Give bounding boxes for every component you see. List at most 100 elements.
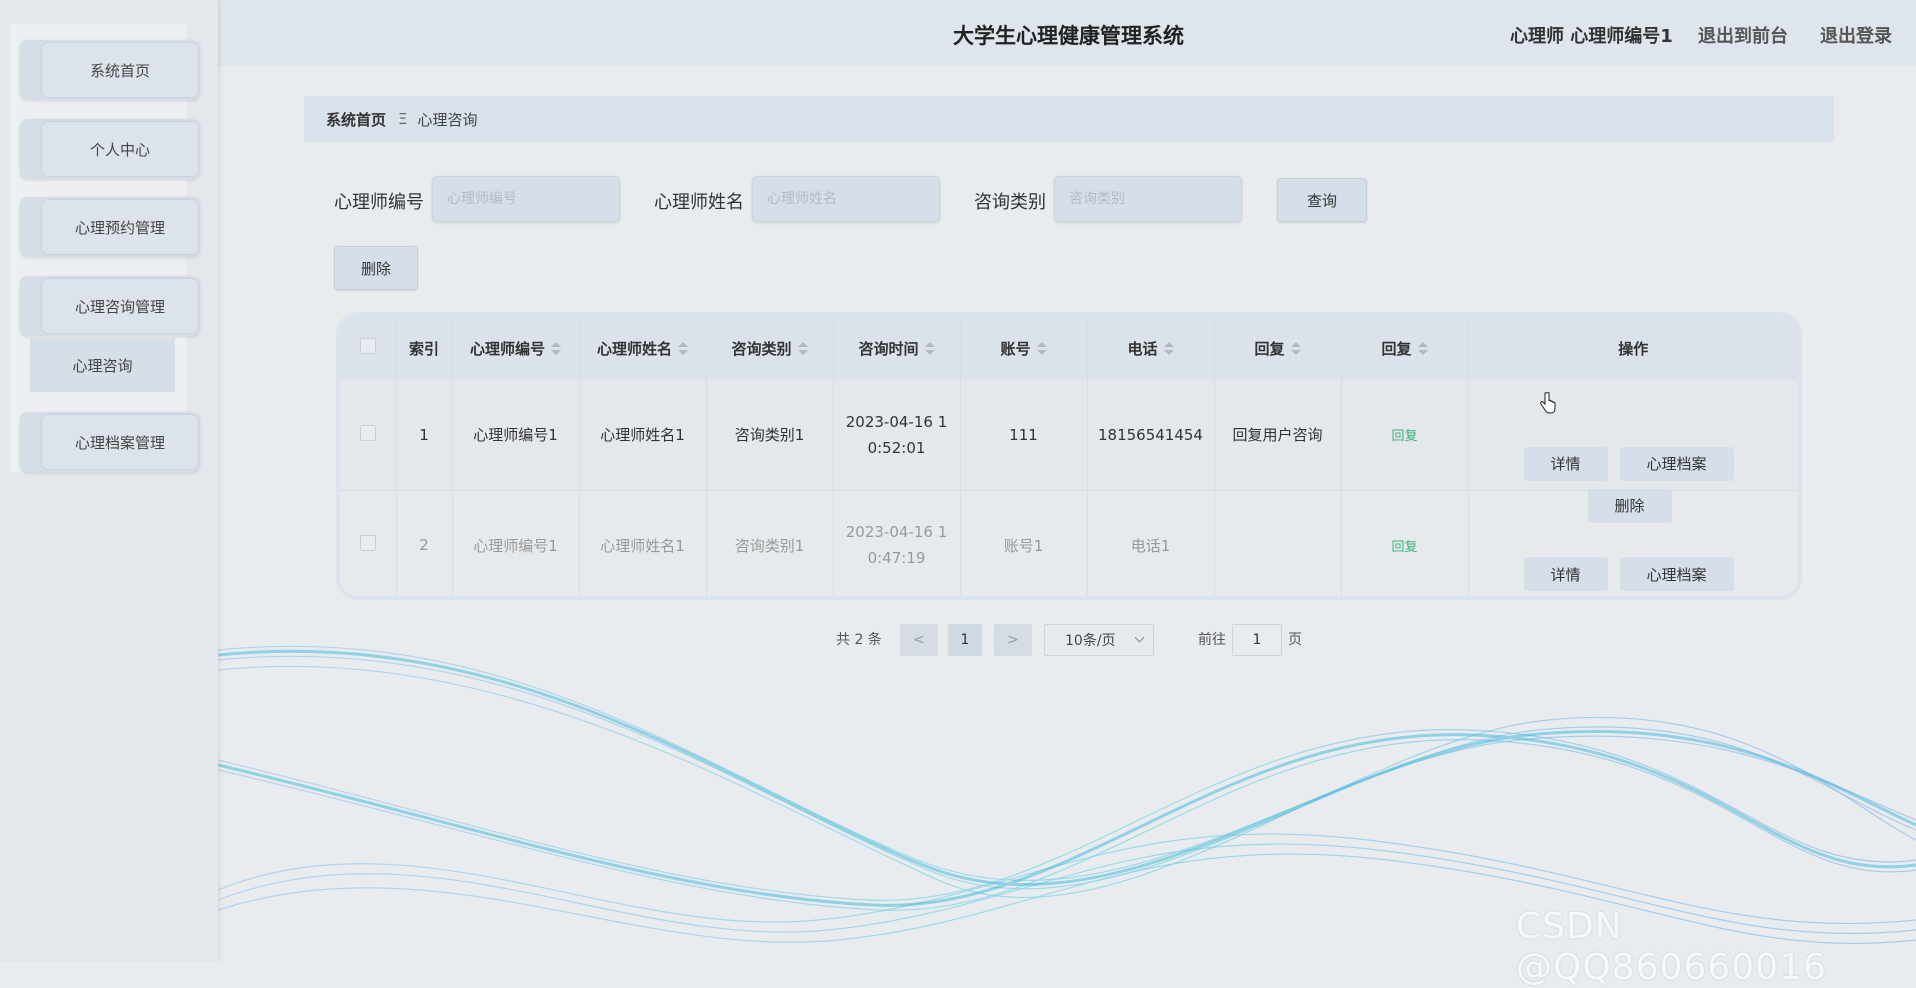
page-size-value: 10条/页: [1065, 633, 1116, 649]
cell-counselor-no: 心理师编号1: [452, 380, 580, 490]
sort-icon[interactable]: [797, 342, 808, 356]
breadcrumb-separator-icon: Ξ: [398, 110, 408, 128]
row-delete-button[interactable]: 删除: [1588, 599, 1672, 600]
goto-label: 前往: [1198, 632, 1226, 648]
cell-reply: 回复用户咨询: [1214, 380, 1342, 490]
cell-account: 账号1: [960, 490, 1088, 596]
sort-icon[interactable]: [678, 342, 688, 356]
category-label: 咨询类别: [974, 192, 1046, 213]
archive-button[interactable]: 心理档案: [1619, 446, 1734, 481]
chevron-down-icon: [1134, 632, 1145, 643]
sort-icon[interactable]: [1163, 342, 1174, 356]
logout-link[interactable]: 退出登录: [1820, 22, 1892, 48]
sidebar-item-label: 个人中心: [42, 122, 198, 176]
column-header[interactable]: 咨询时间: [833, 316, 961, 380]
column-header-label: 心理师姓名: [596, 339, 672, 358]
sort-icon[interactable]: [924, 342, 935, 356]
sidebar-item-label: 心理预约管理: [42, 200, 198, 254]
cell-time-line: 0:52:01: [867, 438, 926, 457]
column-header: 操作: [1618, 339, 1649, 358]
consultation-table: 索引 心理师编号 心理师姓名 咨询类别 咨询时间 账号 电话 回复 回复 操作 …: [336, 312, 1802, 600]
sort-icon[interactable]: [551, 342, 561, 356]
row-checkbox[interactable]: [359, 424, 376, 441]
query-button[interactable]: 查询: [1277, 178, 1367, 222]
cell-counselor-name: 心理师姓名1: [579, 380, 707, 490]
page-suffix: 页: [1288, 632, 1302, 648]
cell-time: 2023-04-16 1 0:47:19: [833, 490, 961, 596]
sidebar-item-label: 心理档案管理: [42, 415, 198, 469]
breadcrumb-current: 心理咨询: [417, 110, 478, 129]
table-header-row: 索引 心理师编号 心理师姓名 咨询类别 咨询时间 账号 电话 回复 回复 操作: [340, 316, 1798, 380]
batch-delete-button[interactable]: 删除: [334, 246, 418, 290]
mouse-cursor-icon: [1540, 392, 1556, 414]
cell-counselor-no: 心理师编号1: [452, 490, 580, 596]
cell-time: 2023-04-16 1 0:52:01: [833, 380, 961, 490]
page-size-select[interactable]: 10条/页: [1044, 624, 1154, 656]
pagination-total: 共 2 条: [836, 632, 882, 648]
current-user: 心理师 心理师编号1: [1510, 26, 1673, 47]
counselor-no-input[interactable]: [432, 176, 620, 222]
column-header[interactable]: 咨询类别: [706, 316, 834, 380]
column-header[interactable]: 回复: [1214, 316, 1342, 380]
table-row: 2 心理师编号1 心理师姓名1 咨询类别1 2023-04-16 1 0:47:1…: [340, 490, 1798, 600]
column-header: 索引: [396, 316, 453, 380]
cell-index: 1: [396, 380, 453, 490]
sidebar-item-label: 心理咨询管理: [42, 279, 198, 333]
column-header-label: 心理师编号: [469, 339, 545, 358]
detail-button[interactable]: 详情: [1523, 446, 1608, 481]
breadcrumb-home[interactable]: 系统首页: [326, 109, 386, 130]
detail-button[interactable]: 详情: [1523, 557, 1608, 592]
cell-phone: 18156541454: [1087, 380, 1215, 490]
cell-counselor-name: 心理师姓名1: [579, 490, 707, 596]
pagination-page-1[interactable]: 1: [948, 624, 982, 656]
cell-reply-action: 回复: [1341, 380, 1469, 490]
row-delete-button[interactable]: 删除: [1587, 488, 1672, 523]
sort-icon[interactable]: [1290, 342, 1301, 356]
column-header-label: 咨询时间: [858, 339, 919, 358]
column-header[interactable]: 心理师编号: [452, 316, 580, 380]
counselor-name-input[interactable]: [752, 176, 940, 222]
column-header[interactable]: 心理师姓名: [579, 316, 707, 380]
cell-index: 2: [396, 490, 453, 596]
cell-reply-action: 回复: [1341, 490, 1469, 596]
cell-time-line: 0:47:19: [867, 549, 926, 568]
app-title: 大学生心理健康管理系统: [953, 24, 1184, 48]
cell-time-line: 2023-04-16 1: [845, 412, 948, 431]
cell-account: 111: [960, 380, 1088, 490]
counselor-no-label: 心理师编号: [334, 192, 424, 213]
column-header-label: 回复: [1254, 339, 1285, 358]
pagination-prev-button[interactable]: <: [900, 624, 938, 656]
sidebar-item-archive-management[interactable]: 心理档案管理: [20, 412, 200, 472]
column-header-label: 咨询类别: [731, 339, 792, 358]
column-header[interactable]: 账号: [960, 316, 1088, 380]
breadcrumb: 系统首页 Ξ 心理咨询: [304, 96, 1834, 142]
sidebar-subitem-consultation[interactable]: 心理咨询: [30, 338, 175, 392]
sidebar-item-appointment-management[interactable]: 心理预约管理: [20, 197, 200, 257]
cell-category: 咨询类别1: [706, 380, 834, 490]
column-header-label: 回复: [1381, 339, 1412, 358]
reply-link[interactable]: 回复: [1391, 429, 1417, 444]
sidebar-item-label: 系统首页: [42, 43, 198, 97]
reply-link[interactable]: 回复: [1391, 540, 1417, 555]
exit-to-front-link[interactable]: 退出到前台: [1698, 22, 1788, 48]
category-input[interactable]: [1054, 176, 1242, 222]
sidebar-item-consultation-management[interactable]: 心理咨询管理: [20, 276, 200, 336]
column-header-label: 账号: [1000, 339, 1031, 358]
table-row: 1 心理师编号1 心理师姓名1 咨询类别1 2023-04-16 1 0:52:0…: [340, 380, 1798, 523]
sidebar-item-personal-center[interactable]: 个人中心: [20, 119, 200, 179]
select-all-cell: [340, 316, 397, 380]
background-wave-graphic: [218, 645, 1916, 945]
counselor-name-label: 心理师姓名: [654, 192, 744, 213]
column-header[interactable]: 回复: [1341, 316, 1469, 380]
cell-category: 咨询类别1: [706, 490, 834, 596]
row-checkbox[interactable]: [359, 535, 376, 552]
pagination-next-button[interactable]: >: [994, 624, 1032, 656]
column-header-label: 电话: [1127, 339, 1158, 358]
select-all-checkbox[interactable]: [359, 338, 376, 354]
archive-button[interactable]: 心理档案: [1619, 557, 1734, 592]
sort-icon[interactable]: [1036, 342, 1047, 356]
sort-icon[interactable]: [1417, 342, 1428, 356]
column-header[interactable]: 电话: [1087, 316, 1215, 380]
goto-page-input[interactable]: 1: [1232, 624, 1282, 656]
sidebar-item-home[interactable]: 系统首页: [20, 40, 200, 100]
